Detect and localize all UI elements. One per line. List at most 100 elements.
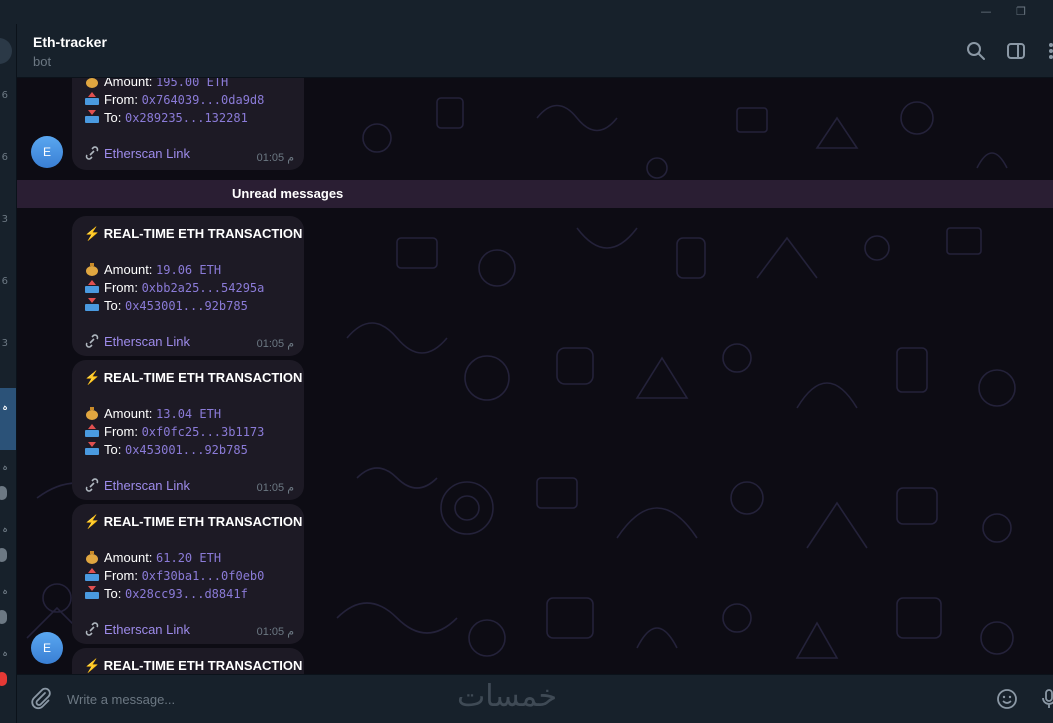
- attach-icon[interactable]: [29, 687, 53, 711]
- from-label: From:: [104, 568, 142, 583]
- from-line: From: 0xf0fc25...3b1173: [84, 424, 264, 439]
- unread-label: Unread messages: [232, 186, 344, 201]
- link-icon: [85, 478, 99, 492]
- etherscan-link[interactable]: Etherscan Link: [104, 334, 190, 349]
- to-label: To:: [104, 298, 125, 313]
- chat-time: ہ: [2, 402, 8, 413]
- money-bag-icon: [86, 407, 98, 420]
- chat-item-active[interactable]: ہ: [0, 388, 16, 450]
- message-bubble[interactable]: ⚡ REAL-TIME ETH TRANSACTION Amount: 13.0…: [72, 360, 304, 500]
- compose-bar: خمسات: [17, 674, 1053, 723]
- to-address[interactable]: 0x453001...92b785: [125, 299, 248, 313]
- from-address[interactable]: 0xbb2a25...54295a: [142, 281, 265, 295]
- outbox-tray-icon: [85, 568, 99, 581]
- chat-time: 6: [1, 90, 8, 101]
- chat-list-strip[interactable]: 6 6 3 6 3 ہ ہ ہ ہ ہ: [0, 24, 17, 723]
- chat-time: 3: [1, 214, 8, 225]
- outbox-tray-icon: [85, 280, 99, 293]
- microphone-icon[interactable]: [1037, 687, 1053, 711]
- money-bag-icon: [86, 551, 98, 564]
- amount-value[interactable]: 13.04 ETH: [156, 407, 221, 421]
- to-line: To: 0x453001...92b785: [84, 442, 248, 457]
- amount-label: Amount:: [104, 262, 157, 277]
- etherscan-link[interactable]: Etherscan Link: [104, 146, 190, 161]
- amount-value[interactable]: 19.06 ETH: [156, 263, 221, 277]
- unread-badge: [0, 672, 7, 686]
- to-address[interactable]: 0x453001...92b785: [125, 443, 248, 457]
- maximize-button[interactable]: ❐: [1011, 4, 1031, 20]
- from-label: From:: [104, 280, 142, 295]
- bot-avatar[interactable]: E: [31, 632, 63, 664]
- search-icon[interactable]: [965, 40, 987, 62]
- link-icon: [85, 146, 99, 160]
- inbox-tray-icon: [85, 442, 99, 455]
- message-title: ⚡ REAL-TIME ETH TRANSACTION: [84, 514, 303, 529]
- from-label: From:: [104, 424, 142, 439]
- message-time: 01:05 م: [256, 626, 294, 638]
- to-label: To:: [104, 586, 125, 601]
- unread-badge: [0, 486, 7, 500]
- etherscan-line: Etherscan Link: [84, 622, 190, 637]
- chat-time: ہ: [2, 648, 8, 659]
- from-line: From: 0x764039...0da9d8: [84, 92, 264, 107]
- watermark-logo: خمسات: [457, 679, 558, 714]
- outbox-tray-icon: [85, 424, 99, 437]
- from-address[interactable]: 0xf0fc25...3b1173: [142, 425, 265, 439]
- chat-time: ہ: [2, 524, 8, 535]
- message-area[interactable]: Amount: 195.00 ETH From: 0x764039...0da9…: [17, 78, 1053, 674]
- from-label: From:: [104, 92, 142, 107]
- from-line: From: 0xf30ba1...0f0eb0: [84, 568, 264, 583]
- unread-divider: Unread messages: [17, 180, 1053, 208]
- to-address[interactable]: 0x289235...132281: [125, 111, 248, 125]
- title-bar: — ❐: [0, 0, 1053, 24]
- from-address[interactable]: 0xf30ba1...0f0eb0: [142, 569, 265, 583]
- message-bubble[interactable]: Amount: 195.00 ETH From: 0x764039...0da9…: [72, 78, 304, 170]
- message-title: ⚡ REAL-TIME ETH TRANSACTION: [84, 226, 303, 241]
- message-time: 01:05 م: [256, 152, 294, 164]
- etherscan-link[interactable]: Etherscan Link: [104, 622, 190, 637]
- message-bubble[interactable]: ⚡ REAL-TIME ETH TRANSACTION: [72, 648, 304, 674]
- message-time: 01:05 م: [256, 338, 294, 350]
- amount-label: Amount:: [104, 406, 157, 421]
- message-bubble[interactable]: ⚡ REAL-TIME ETH TRANSACTION Amount: 61.2…: [72, 504, 304, 644]
- minimize-button[interactable]: —: [976, 4, 996, 20]
- etherscan-line: Etherscan Link: [84, 146, 190, 161]
- message-bubble[interactable]: ⚡ REAL-TIME ETH TRANSACTION Amount: 19.0…: [72, 216, 304, 356]
- etherscan-line: Etherscan Link: [84, 478, 190, 493]
- to-line: To: 0x289235...132281: [84, 110, 248, 125]
- etherscan-line: Etherscan Link: [84, 334, 190, 349]
- etherscan-link[interactable]: Etherscan Link: [104, 478, 190, 493]
- chat-time: 3: [1, 338, 8, 349]
- amount-value[interactable]: 61.20 ETH: [156, 551, 221, 565]
- amount-line: Amount: 19.06 ETH: [84, 262, 221, 277]
- inbox-tray-icon: [85, 298, 99, 311]
- bot-avatar[interactable]: E: [31, 136, 63, 168]
- to-address[interactable]: 0x28cc93...d8841f: [125, 587, 248, 601]
- inbox-tray-icon: [85, 586, 99, 599]
- message-time: 01:05 م: [256, 482, 294, 494]
- to-line: To: 0x28cc93...d8841f: [84, 586, 248, 601]
- emoji-icon[interactable]: [995, 687, 1019, 711]
- more-icon[interactable]: [1043, 40, 1053, 62]
- chat-title[interactable]: Eth-tracker: [33, 34, 107, 50]
- outbox-tray-icon: [85, 92, 99, 105]
- to-label: To:: [104, 442, 125, 457]
- from-address[interactable]: 0x764039...0da9d8: [142, 93, 265, 107]
- money-bag-icon: [86, 263, 98, 276]
- link-icon: [85, 622, 99, 636]
- amount-label: Amount:: [104, 78, 157, 89]
- unread-badge: [0, 610, 7, 624]
- to-label: To:: [104, 110, 125, 125]
- amount-line: Amount: 195.00 ETH: [84, 78, 228, 89]
- chat-time: ہ: [2, 586, 8, 597]
- amount-value[interactable]: 195.00 ETH: [156, 78, 228, 89]
- link-icon: [85, 334, 99, 348]
- message-input[interactable]: [67, 687, 427, 711]
- chat-avatar[interactable]: [0, 38, 12, 64]
- chat-time: ہ: [2, 462, 8, 473]
- sidebar-icon[interactable]: [1005, 40, 1027, 62]
- inbox-tray-icon: [85, 110, 99, 123]
- chat-time: 6: [1, 276, 8, 287]
- message-title: ⚡ REAL-TIME ETH TRANSACTION: [84, 370, 303, 385]
- amount-line: Amount: 13.04 ETH: [84, 406, 221, 421]
